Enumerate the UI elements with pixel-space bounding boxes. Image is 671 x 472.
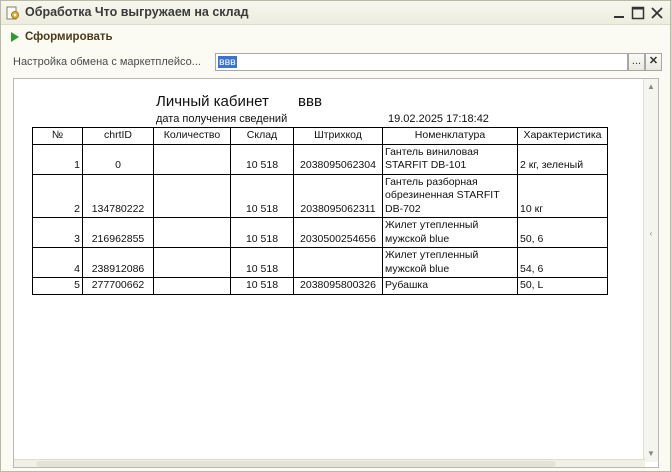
- cell-no: 5: [32, 277, 83, 295]
- cell-chrtid: 0: [82, 143, 154, 175]
- minimize-icon[interactable]: [610, 4, 628, 22]
- settings-row: Настройка обмена с маркетплейсо... ввв .…: [1, 52, 670, 72]
- scroll-handle-icon[interactable]: ‹: [646, 229, 656, 239]
- toolbar: Сформировать: [1, 26, 670, 47]
- cell-warehouse: 10 518: [230, 217, 294, 248]
- settings-input[interactable]: ввв: [215, 53, 628, 71]
- cell-quantity: [153, 247, 231, 278]
- horizontal-scroll-thumb[interactable]: [36, 461, 556, 467]
- settings-value: ввв: [218, 56, 237, 68]
- scroll-down-icon[interactable]: ▼: [646, 449, 656, 459]
- cell-characteristic: 2 кг, зеленый: [517, 143, 608, 175]
- column-header: Количество: [153, 127, 231, 145]
- cell-chrtid: 277700662: [82, 277, 154, 295]
- generate-button-label: Сформировать: [25, 30, 113, 43]
- close-icon[interactable]: [648, 4, 666, 22]
- cell-barcode: 2038095062304: [293, 143, 383, 175]
- column-header: Характеристика: [517, 127, 608, 145]
- column-header: Штрихкод: [293, 127, 383, 145]
- cell-no: 3: [32, 217, 83, 248]
- report-date-label: дата получения сведений: [156, 113, 288, 125]
- play-icon: [11, 31, 19, 42]
- cell-barcode: 2030500254656: [293, 217, 383, 248]
- table-row: 2 134780222 10 518 2038095062311 Гантель…: [32, 173, 608, 218]
- cell-nomenclature: Гантель разборная обрезиненная STARFIT D…: [382, 173, 518, 218]
- title-bar: Обработка Что выгружаем на склад: [1, 1, 670, 25]
- vertical-scrollbar[interactable]: ▲ ‹ ▼: [643, 79, 658, 462]
- cell-quantity: [153, 173, 231, 218]
- cell-warehouse: 10 518: [230, 247, 294, 278]
- cell-quantity: [153, 143, 231, 175]
- cell-chrtid: 134780222: [82, 173, 154, 218]
- cell-warehouse: 10 518: [230, 277, 294, 295]
- table-row: 3 216962855 10 518 2030500254656 Жилет у…: [32, 217, 608, 248]
- select-button[interactable]: ...: [628, 53, 645, 71]
- cell-warehouse: 10 518: [230, 173, 294, 218]
- cell-nomenclature: Рубашка: [382, 277, 518, 295]
- column-header: Номенклатура: [382, 127, 518, 145]
- cell-no: 2: [32, 173, 83, 218]
- maximize-icon[interactable]: [629, 4, 647, 22]
- cell-nomenclature: Гантель виниловая STARFIT DB-101: [382, 143, 518, 175]
- report-date-value: 19.02.2025 17:18:42: [388, 113, 489, 125]
- scroll-up-icon[interactable]: ▲: [646, 82, 656, 92]
- generate-button[interactable]: Сформировать: [9, 28, 113, 45]
- table-row: 5 277700662 10 518 2038095800326 Рубашка…: [32, 277, 608, 295]
- cell-chrtid: 238912086: [82, 247, 154, 278]
- table-row: 4 238912086 10 518 Жилет утепленный мужс…: [32, 247, 608, 278]
- column-header: chrtID: [82, 127, 154, 145]
- cell-nomenclature: Жилет утепленный мужской blue: [382, 217, 518, 248]
- column-header: №: [32, 127, 83, 145]
- cell-barcode: [293, 247, 383, 278]
- cell-no: 4: [32, 247, 83, 278]
- cell-characteristic: 50, L: [517, 277, 608, 295]
- cell-barcode: 2038095800326: [293, 277, 383, 295]
- cell-warehouse: 10 518: [230, 143, 294, 175]
- cell-characteristic: 50, 6: [517, 217, 608, 248]
- cell-no: 1: [32, 143, 83, 175]
- processing-window: Обработка Что выгружаем на склад Сформир…: [0, 0, 671, 472]
- cell-characteristic: 54, 6: [517, 247, 608, 278]
- cell-characteristic: 10 кг: [517, 173, 608, 218]
- settings-label: Настройка обмена с маркетплейсо...: [13, 56, 201, 68]
- clear-button[interactable]: ✕: [645, 53, 662, 71]
- cell-nomenclature: Жилет утепленный мужской blue: [382, 247, 518, 278]
- cell-quantity: [153, 217, 231, 248]
- report-title: Личный кабинет: [156, 93, 269, 110]
- report-spreadsheet[interactable]: Личный кабинет ввв дата получения сведен…: [13, 78, 659, 468]
- window-title: Обработка Что выгружаем на склад: [25, 5, 249, 19]
- column-header: Склад: [230, 127, 294, 145]
- cell-quantity: [153, 277, 231, 295]
- processing-icon: [5, 5, 21, 21]
- cell-barcode: 2038095062311: [293, 173, 383, 218]
- horizontal-scrollbar[interactable]: [14, 459, 645, 467]
- report-cabinet-name: ввв: [298, 93, 322, 110]
- table-row: 1 0 10 518 2038095062304 Гантель винилов…: [32, 143, 608, 175]
- report-table: № chrtID Количество Склад Штрихкод Номен…: [32, 127, 608, 295]
- table-header-row: № chrtID Количество Склад Штрихкод Номен…: [32, 127, 608, 145]
- cell-chrtid: 216962855: [82, 217, 154, 248]
